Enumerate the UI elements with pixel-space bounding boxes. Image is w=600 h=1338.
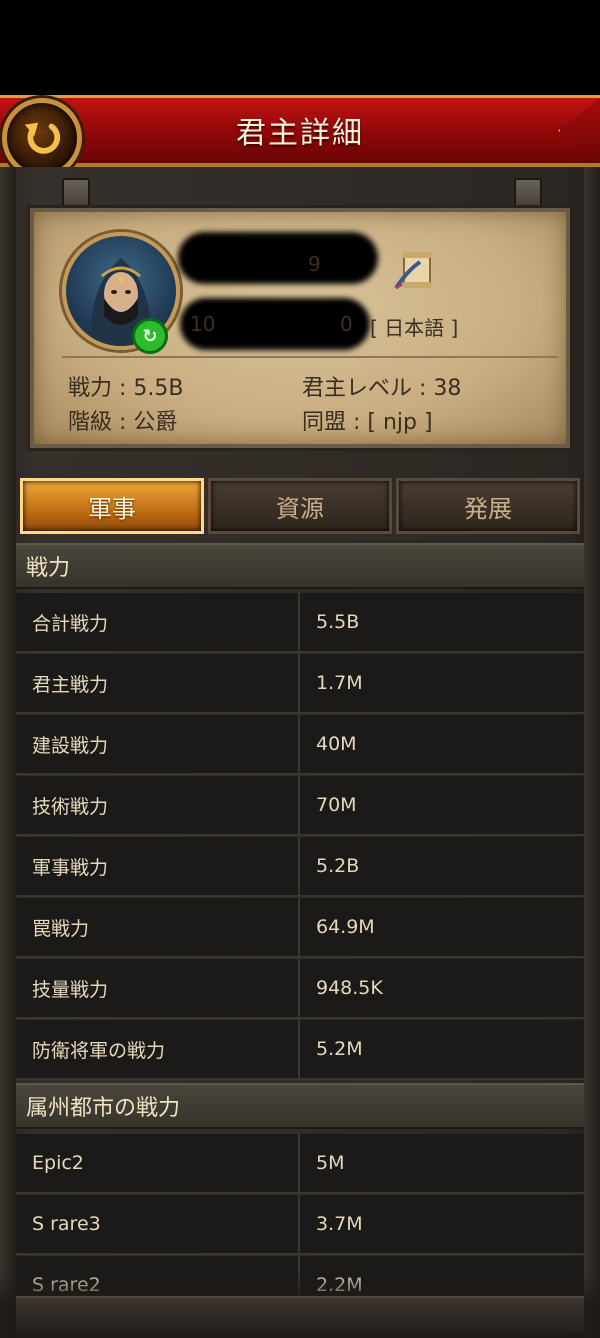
row-label: 君主戦力 [16,654,300,712]
table-row: 建設戦力 40M [16,715,584,775]
row-value: 948.5K [316,977,383,999]
row-label: 技術戦力 [16,776,300,834]
language-label: [ 日本語 ] [370,316,459,340]
online-status-icon: ↻ [132,318,168,354]
row-value: 40M [316,733,357,755]
section-header-province-power: 属州都市の戦力 [16,1083,584,1129]
lord-level-stat: 君主レベル : 38 [302,376,462,401]
row-value: 5.2M [316,1038,363,1060]
power-stat: 戦力 : 5.5B [68,376,184,401]
table-row: 軍事戦力 5.2B [16,837,584,897]
table-row: 防衛将軍の戦力 5.2M [16,1020,584,1080]
row-label: Epic2 [16,1134,300,1192]
row-label: 建設戦力 [16,715,300,773]
row-label: S rare3 [16,1195,300,1253]
scroll-quill-icon[interactable] [390,244,440,294]
row-value: 1.7M [316,672,363,694]
card-divider [62,356,558,358]
table-row: 罠戦力 64.9M [16,898,584,958]
row-value: 64.9M [316,916,375,938]
row-value: 5M [316,1152,345,1174]
row-label: 罠戦力 [16,898,300,956]
table-row: Epic2 5M [16,1134,584,1194]
row-label: 合計戦力 [16,593,300,651]
page-title: 君主詳細 [236,116,364,151]
back-button[interactable] [2,98,82,178]
table-row: S rare3 3.7M [16,1195,584,1255]
bottom-frame-bar [16,1296,584,1332]
row-value: 3.7M [316,1213,363,1235]
table-row: 合計戦力 5.5B [16,593,584,653]
tab-resources[interactable]: 資源 [208,478,392,534]
tab-military[interactable]: 軍事 [20,478,204,534]
rank-stat: 階級 : 公爵 [68,410,178,435]
row-value: 5.5B [316,611,360,633]
row-value: 5.2B [316,855,360,877]
table-row: 君主戦力 1.7M [16,654,584,714]
section-header-power: 戦力 [16,543,584,589]
row-label: 技量戦力 [16,959,300,1017]
table-row: 技量戦力 948.5K [16,959,584,1019]
row-value: 70M [316,794,357,816]
row-label: 防衛将軍の戦力 [16,1020,300,1078]
status-bar-area [0,0,600,95]
table-row: 技術戦力 70M [16,776,584,836]
alliance-stat: 同盟 : [ njp ] [302,410,433,435]
lord-id-end: 0 [340,312,353,336]
frame-left-edge [0,167,16,1338]
tab-development[interactable]: 発展 [396,478,580,534]
back-arrow-icon [24,122,61,154]
frame-right-edge [584,167,600,1338]
lord-id-start: 10 [190,312,216,336]
category-tabs: 軍事 資源 発展 [16,478,584,536]
row-label: 軍事戦力 [16,837,300,895]
